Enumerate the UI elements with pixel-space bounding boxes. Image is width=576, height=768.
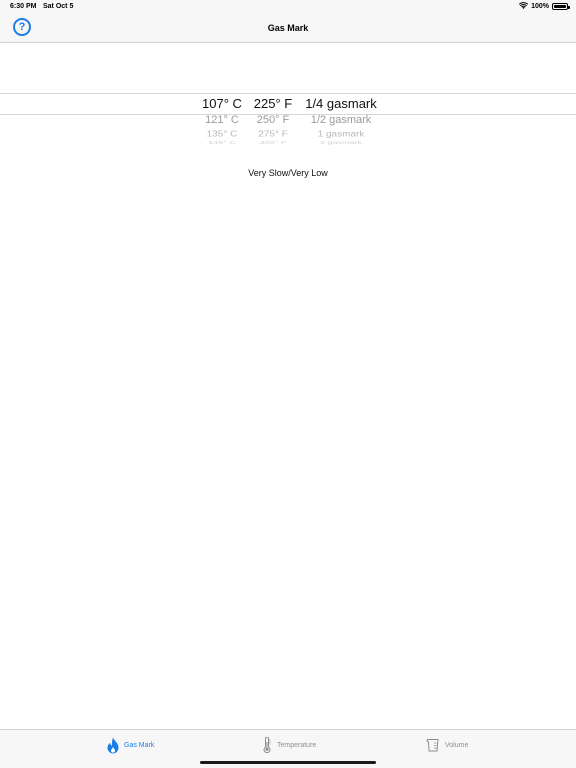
picker-fahrenheit: 250° F bbox=[256, 114, 290, 126]
navigation-bar: ? Gas Mark bbox=[0, 14, 576, 43]
status-date: Sat Oct 5 bbox=[43, 3, 74, 10]
status-indicators: 100% bbox=[519, 2, 570, 10]
tab-gas-mark[interactable]: Gas Mark bbox=[107, 736, 154, 754]
picker-celsius: 135° C bbox=[206, 129, 238, 139]
picker-row[interactable]: 149° C 300° F 2 gasmark bbox=[0, 140, 576, 150]
picker-row-selected[interactable]: 107° C 225° F 1/4 gasmark bbox=[0, 94, 576, 114]
measuring-cup-icon bbox=[426, 738, 440, 752]
flame-icon bbox=[107, 737, 119, 754]
picker-celsius: 149° C bbox=[208, 140, 236, 145]
picker-gasmark: 1/2 gasmark bbox=[310, 114, 372, 126]
status-time: 6:30 PM bbox=[10, 3, 37, 10]
picker-gasmark: 1/4 gasmark bbox=[305, 96, 377, 111]
tab-label: Gas Mark bbox=[124, 741, 155, 749]
heat-description: Very Slow/Very Low bbox=[248, 168, 328, 178]
picker-gasmark: 2 gasmark bbox=[319, 140, 363, 145]
tab-label: Temperature bbox=[277, 741, 317, 749]
wifi-icon bbox=[519, 2, 529, 10]
thermometer-icon bbox=[262, 737, 272, 753]
gas-mark-screen: 6:30 PM Sat Oct 5 100% ? Gas Mark 107° C bbox=[0, 0, 576, 768]
page-title: Gas Mark bbox=[267, 23, 309, 33]
gas-mark-picker[interactable]: 107° C 225° F 1/4 gasmark 121° C 250° F … bbox=[0, 70, 576, 155]
tab-label: Volume bbox=[445, 741, 469, 749]
tab-temperature[interactable]: Temperature bbox=[262, 736, 316, 754]
picker-gasmark: 1 gasmark bbox=[317, 129, 365, 139]
home-indicator[interactable] bbox=[200, 761, 376, 764]
tab-bar: Gas Mark Temperature Volume bbox=[0, 729, 576, 768]
battery-percent: 100% bbox=[531, 2, 549, 10]
picker-celsius: 107° C bbox=[202, 96, 242, 111]
picker-fahrenheit: 225° F bbox=[253, 96, 293, 111]
battery-icon bbox=[552, 2, 570, 10]
picker-fahrenheit: 275° F bbox=[258, 129, 288, 139]
picker-celsius: 121° C bbox=[205, 114, 239, 126]
status-bar: 6:30 PM Sat Oct 5 100% bbox=[0, 0, 576, 14]
tab-volume[interactable]: Volume bbox=[426, 736, 468, 754]
picker-fahrenheit: 300° F bbox=[259, 140, 287, 145]
